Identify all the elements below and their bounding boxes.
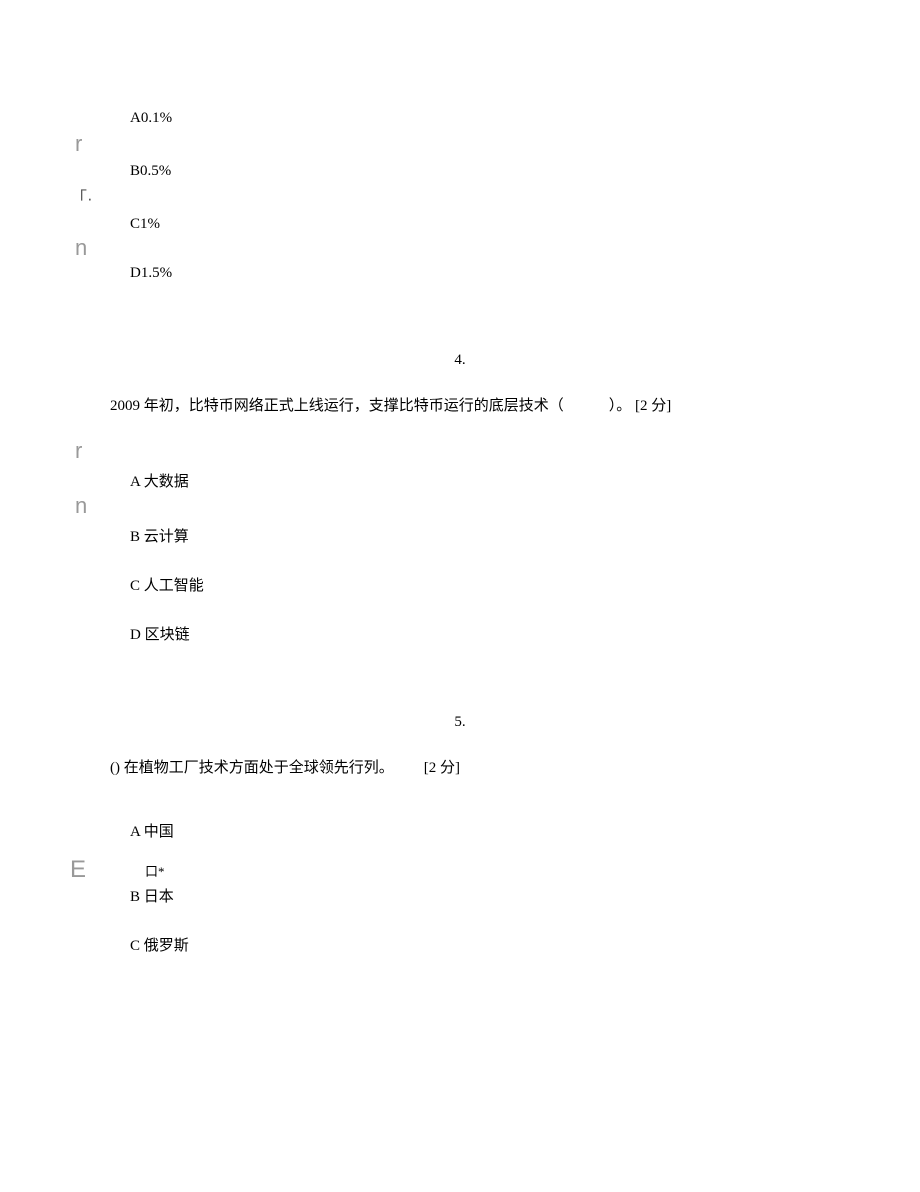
q4-options: r A 大数据 n B 云计算 C 人工智能 D 区块链: [120, 448, 800, 644]
option-c-text: C 人工智能: [120, 574, 800, 595]
q5-text: () 在植物工厂技术方面处于全球领先行列。 [2 分]: [110, 756, 800, 780]
option-b-block[interactable]: B0.5%: [120, 163, 800, 180]
q4-text: 2009 年初，比特币网络正式上线运行，支撑比特币运行的底层技术（ ）。 [2 …: [110, 394, 800, 418]
option-d-text: D 区块链: [120, 623, 800, 644]
option-c-block[interactable]: C 人工智能: [120, 574, 800, 595]
q5-number: 5.: [120, 714, 800, 731]
option-d-text: D1.5%: [120, 265, 800, 282]
option-b-text: B 云计算: [120, 525, 800, 546]
option-a-text: A 大数据: [120, 470, 800, 491]
option-b-text: B0.5%: [120, 163, 800, 180]
option-b-block[interactable]: B 日本: [120, 885, 800, 906]
option-a-block[interactable]: A 中国: [120, 820, 800, 841]
marker-n: n: [75, 235, 87, 261]
option-c-block[interactable]: C1%: [120, 216, 800, 233]
option-c-block[interactable]: C 俄罗斯: [120, 934, 800, 955]
option-a-text: A 中国: [120, 820, 800, 841]
marker-r: r: [75, 438, 82, 464]
option-d-block[interactable]: D1.5%: [120, 265, 800, 282]
option-c-text: C1%: [120, 216, 800, 233]
option-b-block[interactable]: B 云计算: [120, 525, 800, 546]
marker-box: 口*: [120, 861, 800, 880]
option-d-block[interactable]: D 区块链: [120, 623, 800, 644]
marker-r: r: [75, 131, 82, 157]
option-a-text: A0.1%: [120, 110, 800, 127]
option-c-text: C 俄罗斯: [120, 934, 800, 955]
q4-number: 4.: [120, 352, 800, 369]
q3-options: A0.1% r B0.5% 「· C1% n D1.5%: [120, 110, 800, 282]
marker-bracket: 「·: [70, 184, 93, 209]
marker-e: E: [70, 856, 86, 884]
option-a-block[interactable]: A0.1%: [120, 110, 800, 127]
option-b-text: B 日本: [120, 885, 800, 906]
option-a-block[interactable]: A 大数据: [120, 470, 800, 491]
q5-options: A 中国 E 口* B 日本 C 俄罗斯: [120, 820, 800, 955]
marker-n: n: [75, 493, 87, 519]
